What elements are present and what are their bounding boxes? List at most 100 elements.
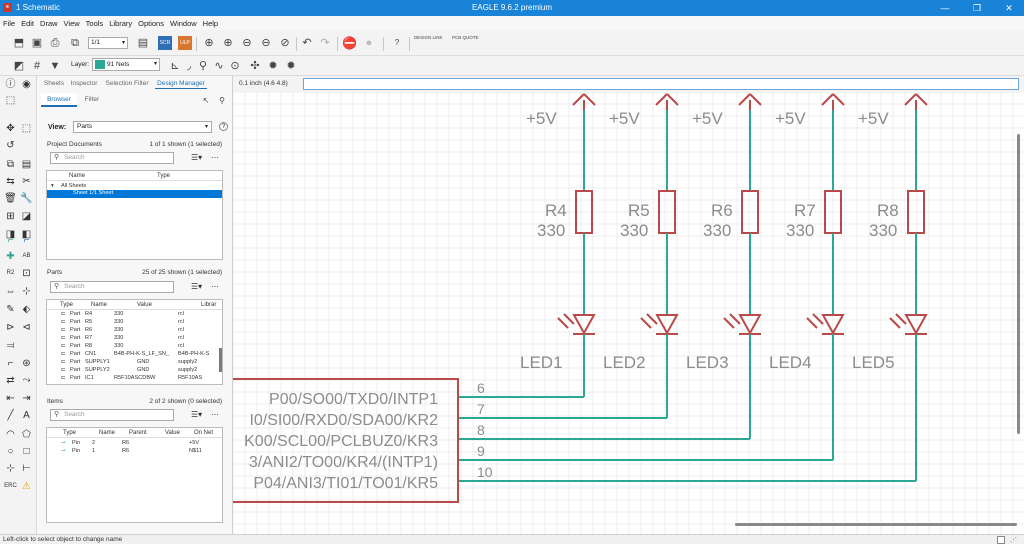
grid-icon[interactable]: # xyxy=(30,59,44,73)
view-select[interactable]: Parts ▾ xyxy=(73,121,212,133)
open-icon[interactable]: ⬒ xyxy=(12,36,26,50)
menu-options[interactable]: Options xyxy=(138,19,164,28)
zoom-fit-icon[interactable]: ⊕ xyxy=(202,36,216,50)
table-row[interactable]: ⊏ Part R8 330 rcl xyxy=(47,343,222,351)
redo-icon[interactable]: ↷ xyxy=(318,36,332,50)
pen-icon[interactable]: ✎ xyxy=(4,303,17,316)
schematic-canvas[interactable]: +5V R4 330 LED1 +5V R5 330 LED2 +5V R6 330 LED3 +5V R… xyxy=(233,92,1024,534)
attribute-icon[interactable]: ⬖ xyxy=(20,303,33,316)
junction-tool-icon[interactable]: ✚ xyxy=(4,250,17,263)
net-icon[interactable]: ⌐ xyxy=(4,234,17,247)
rotate-icon[interactable]: ↺ xyxy=(4,139,17,152)
zoom-in-icon[interactable]: ⊕ xyxy=(221,36,235,50)
filter-icon[interactable]: ▼ xyxy=(48,59,62,73)
more-icon[interactable]: ⋯ xyxy=(211,153,219,162)
vertical-scrollbar[interactable] xyxy=(1017,134,1020,434)
help-icon[interactable]: ? xyxy=(219,122,228,131)
gear-icon[interactable]: ✹ xyxy=(266,59,280,73)
items-search[interactable]: ⚲ Search xyxy=(50,409,174,421)
cam-icon[interactable]: ⧉ xyxy=(68,36,82,50)
menu-window[interactable]: Window xyxy=(170,19,197,28)
menu-draw[interactable]: Draw xyxy=(40,19,58,28)
bus-icon[interactable]: ⌐ xyxy=(20,234,33,247)
menu-library[interactable]: Library xyxy=(109,19,132,28)
horizontal-scrollbar[interactable] xyxy=(735,523,1017,526)
tab-inspector[interactable]: Inspector xyxy=(69,78,99,89)
table-row[interactable]: ⊸ Pin 2 R6 +5V xyxy=(47,440,222,448)
warning-icon[interactable]: ⚠ xyxy=(20,480,33,493)
paste-icon[interactable]: ▤ xyxy=(20,158,33,171)
undo-icon[interactable]: ↶ xyxy=(300,36,314,50)
menu-tools[interactable]: Tools xyxy=(86,19,104,28)
table-row[interactable]: ⊏ Part SUPPLY2 GND supply2 xyxy=(47,367,222,375)
pcb-quote-button[interactable]: PCB QUOTE xyxy=(452,35,482,49)
search-icon[interactable]: ⚲ xyxy=(196,59,210,73)
name-icon[interactable]: R2 xyxy=(4,267,17,280)
arc-icon[interactable]: ◞ xyxy=(182,59,196,73)
eraser-icon[interactable]: ◩ xyxy=(12,59,26,73)
add-part-icon[interactable]: ⊞ xyxy=(4,210,17,223)
table-row[interactable]: ⊏ Part SUPPLY1 GND supply2 xyxy=(47,359,222,367)
text-icon[interactable]: A xyxy=(20,409,33,422)
spacer-icon[interactable]: ⇥ xyxy=(20,392,33,405)
miter-icon[interactable]: ⤳ xyxy=(20,374,33,387)
zoom-redraw-icon[interactable]: ⊘ xyxy=(278,36,292,50)
subtab-browser[interactable]: Browser xyxy=(41,93,77,107)
parts-search[interactable]: ⚲ Search xyxy=(50,281,174,293)
stop-indicator[interactable] xyxy=(997,536,1005,544)
menu-help[interactable]: Help xyxy=(203,19,218,28)
info-icon[interactable]: ⓘ xyxy=(4,78,17,91)
more-icon[interactable]: ⋯ xyxy=(211,410,219,419)
eagle-app-icon[interactable]: e xyxy=(3,3,12,12)
junction-icon[interactable]: ✣ xyxy=(248,59,262,73)
group-icon[interactable]: ⬚ xyxy=(20,122,33,135)
list-view-icon[interactable]: ☰▾ xyxy=(191,153,202,162)
command-input[interactable] xyxy=(303,78,1019,90)
resize-grip-icon[interactable]: ⋰ xyxy=(1010,536,1018,544)
slice-icon[interactable]: ⇄ xyxy=(4,374,17,387)
zoom-icon[interactable]: ⚲ xyxy=(215,94,229,108)
wire-bend-icon[interactable]: ⊾ xyxy=(168,59,182,73)
menu-view[interactable]: View xyxy=(64,19,80,28)
settings-icon[interactable]: ✹ xyxy=(284,59,298,73)
table-row[interactable]: ⊏ Part CN1 B4B-PH-K-S_LF_SN_ B4B-PH-K-S xyxy=(47,351,222,359)
parts-scrollbar[interactable] xyxy=(219,348,222,372)
table-row[interactable]: ⊏ Part R4 330 rcl xyxy=(47,311,222,319)
table-row[interactable]: ⊸ Pin 1 R6 N$11 xyxy=(47,448,222,456)
smash-icon[interactable]: ⇔ xyxy=(4,285,17,298)
mirror-icon[interactable]: ⇆ xyxy=(4,175,17,188)
table-row[interactable]: ⊏ Part R5 330 rcl xyxy=(47,319,222,327)
script-icon[interactable]: SCR xyxy=(158,36,172,50)
menu-edit[interactable]: Edit xyxy=(21,19,34,28)
erc-icon[interactable]: ERC xyxy=(4,480,17,493)
minimize-button[interactable]: — xyxy=(930,0,960,16)
polygon-icon[interactable]: ⬠ xyxy=(20,428,33,441)
wrench-icon[interactable]: 🔧 xyxy=(20,192,33,205)
stop-icon[interactable]: ⛔ xyxy=(342,36,357,50)
save-icon[interactable]: ▣ xyxy=(30,36,44,50)
tab-selection-filter[interactable]: Selection Filter xyxy=(103,78,151,89)
arc-tool-icon[interactable]: ◠ xyxy=(4,428,17,441)
split-icon[interactable]: ⊹ xyxy=(20,285,33,298)
line-icon[interactable]: ╱ xyxy=(4,409,17,422)
go-icon[interactable]: ● xyxy=(362,36,376,50)
dimension-icon[interactable]: ⊛ xyxy=(20,357,33,370)
gateswap-icon[interactable]: ⊲ xyxy=(20,321,33,334)
rectangle-icon[interactable]: □ xyxy=(20,445,33,458)
delete-icon[interactable]: 🗑 xyxy=(4,192,17,205)
wire-style-icon[interactable]: ∿ xyxy=(212,59,226,73)
change-icon[interactable]: ⫤ xyxy=(4,339,17,352)
table-row[interactable]: ⊏ Part IC1 R5F10ASCDBW R5F10AS xyxy=(47,375,222,383)
subtab-filter[interactable]: Filter xyxy=(77,93,107,107)
ulp-icon[interactable]: ULP xyxy=(178,36,192,50)
board-switch-icon[interactable]: ▤ xyxy=(136,36,150,50)
print-icon[interactable]: ⎙ xyxy=(48,36,62,50)
show-icon[interactable]: ⊙ xyxy=(228,59,242,73)
table-row[interactable]: ⊏ Part R7 330 rcl xyxy=(47,335,222,343)
circle-icon[interactable]: ○ xyxy=(4,445,17,458)
list-view-icon[interactable]: ☰▾ xyxy=(191,410,202,419)
select-icon[interactable]: ⬚ xyxy=(4,94,17,107)
measure-icon[interactable]: ⊢ xyxy=(20,462,33,475)
menu-file[interactable]: File xyxy=(3,19,15,28)
help-icon[interactable]: ? xyxy=(390,36,404,50)
